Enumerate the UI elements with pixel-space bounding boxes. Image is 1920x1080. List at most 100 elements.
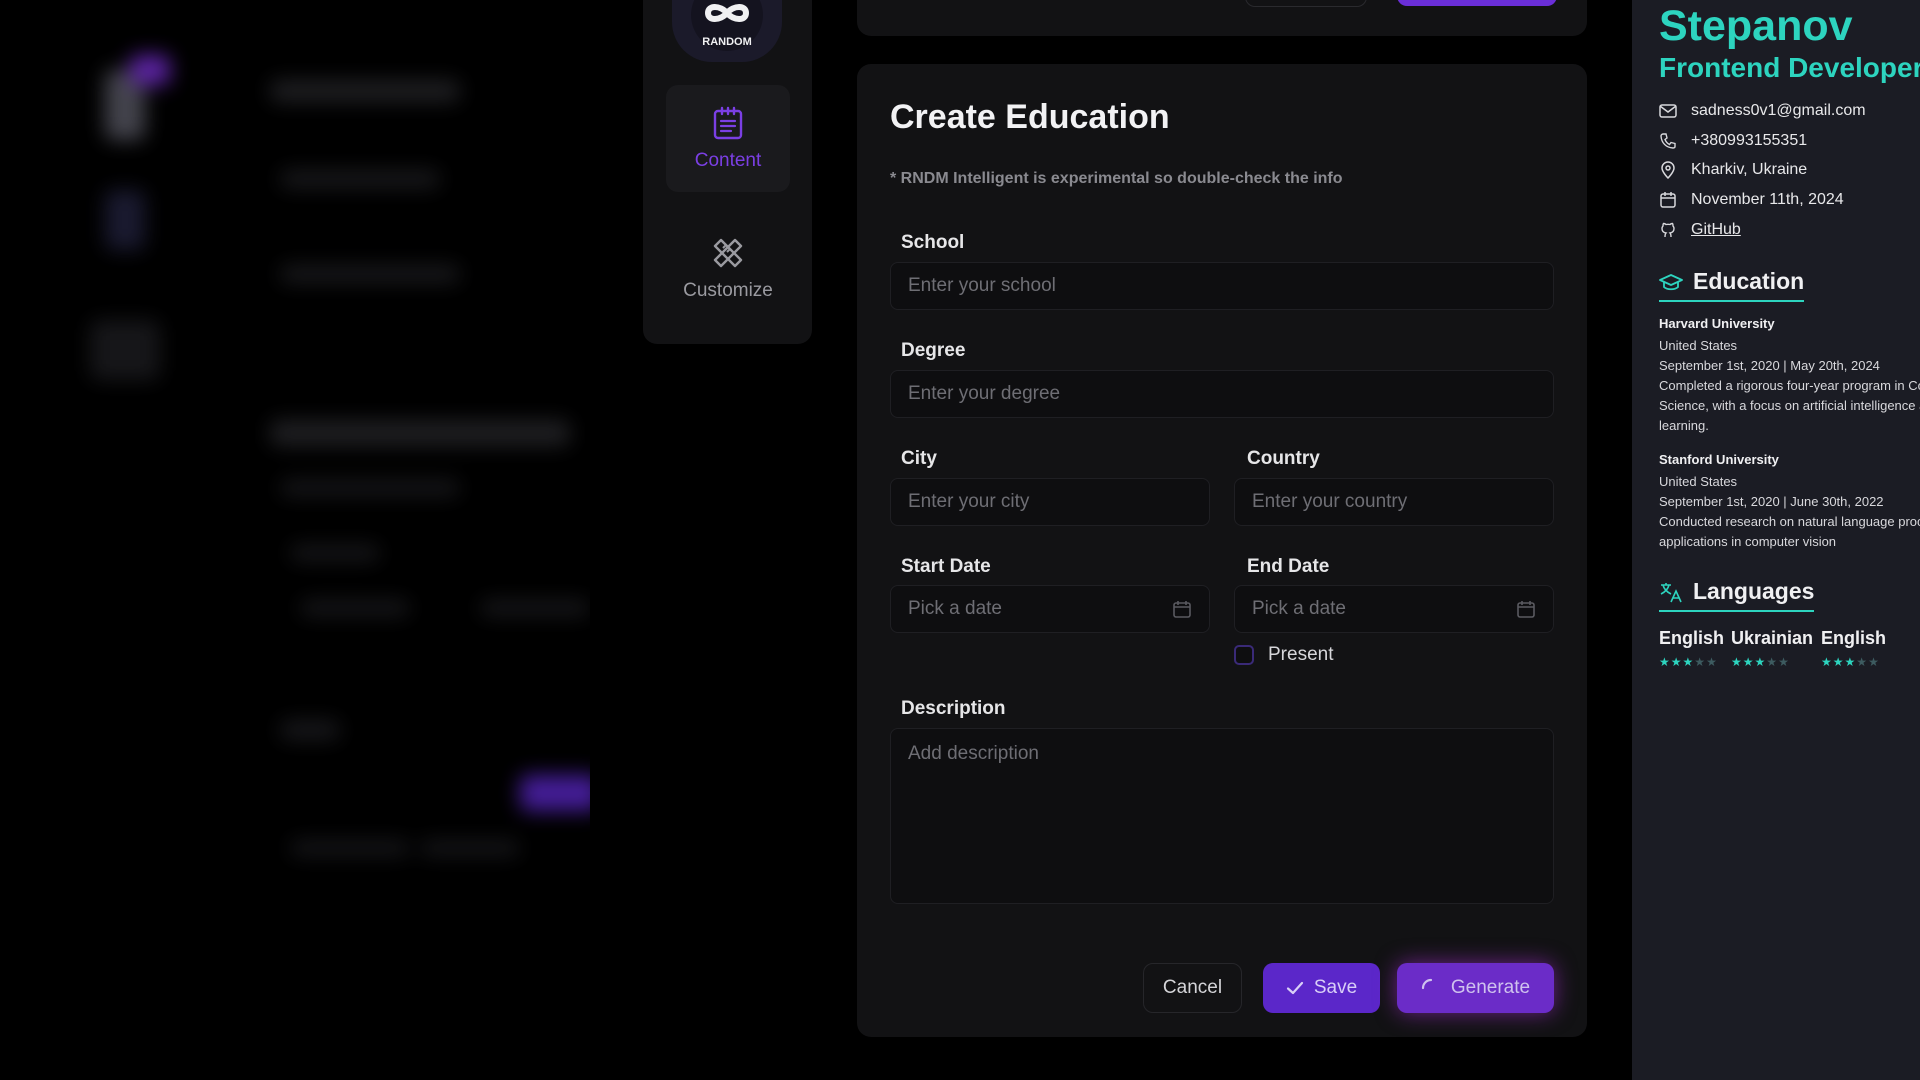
logo-infinity-icon: RANDOM bbox=[691, 0, 763, 51]
resume-email: sadness0v1@gmail.com bbox=[1659, 102, 1866, 120]
star-empty-icon: ★ bbox=[1766, 655, 1778, 669]
loader-icon bbox=[1421, 978, 1432, 990]
cancel-button-label: Cancel bbox=[1162, 977, 1223, 998]
calendar-icon bbox=[1660, 192, 1676, 208]
calendar-icon bbox=[1173, 601, 1191, 618]
previous-card-edge bbox=[857, 0, 1587, 36]
start-date-label: Start Date bbox=[901, 556, 991, 577]
education-heading-text: Education bbox=[1693, 268, 1805, 294]
star-empty-icon: ★ bbox=[1778, 655, 1789, 669]
education-country: United States bbox=[1659, 474, 1738, 489]
language-item: English ★ ★ ★ ★ ★ bbox=[1821, 628, 1886, 669]
previous-card-secondary-button[interactable] bbox=[1245, 0, 1367, 7]
star-filled-icon: ★ bbox=[1682, 655, 1694, 669]
tab-content[interactable]: Content bbox=[666, 85, 790, 192]
ai-disclaimer-note: * RNDM Intelligent is experimental so do… bbox=[890, 170, 1343, 187]
resume-location-text: Kharkiv, Ukraine bbox=[1691, 161, 1808, 178]
present-checkbox[interactable] bbox=[1234, 645, 1254, 665]
end-date-placeholder: Pick a date bbox=[1252, 598, 1346, 619]
description-textarea[interactable] bbox=[890, 728, 1554, 904]
present-label: Present bbox=[1268, 644, 1334, 665]
city-input[interactable] bbox=[890, 478, 1210, 526]
star-empty-icon: ★ bbox=[1694, 655, 1706, 669]
star-filled-icon: ★ bbox=[1754, 655, 1766, 669]
language-item: English ★ ★ ★ ★ ★ bbox=[1659, 628, 1724, 669]
country-input[interactable] bbox=[1234, 478, 1554, 526]
resume-location: Kharkiv, Ukraine bbox=[1659, 161, 1807, 179]
tab-customize[interactable]: Customize bbox=[666, 215, 790, 322]
education-entry: Stanford University United States Septem… bbox=[1659, 450, 1920, 552]
star-empty-icon: ★ bbox=[1856, 655, 1868, 669]
education-description: Science, with a focus on artificial inte… bbox=[1659, 398, 1920, 413]
language-rating: ★ ★ ★ ★ ★ bbox=[1731, 655, 1813, 669]
save-button-label: Save bbox=[1313, 977, 1358, 998]
github-link[interactable]: GitHub bbox=[1691, 221, 1741, 239]
start-date-placeholder: Pick a date bbox=[908, 598, 1002, 619]
graduation-cap-icon bbox=[1659, 273, 1683, 290]
star-filled-icon: ★ bbox=[1821, 655, 1832, 669]
education-school: Harvard University bbox=[1659, 316, 1775, 331]
cancel-button[interactable]: Cancel bbox=[1143, 963, 1242, 1013]
resume-job-title: Frontend Developer bbox=[1659, 52, 1920, 83]
country-label: Country bbox=[1247, 448, 1320, 469]
end-date-picker[interactable]: Pick a date bbox=[1234, 585, 1554, 633]
language-rating: ★ ★ ★ ★ ★ bbox=[1821, 655, 1886, 669]
education-description: learning. bbox=[1659, 418, 1709, 433]
tab-customize-label: Customize bbox=[683, 279, 773, 301]
language-item: Ukrainian ★ ★ ★ ★ ★ bbox=[1731, 628, 1813, 669]
check-icon bbox=[1286, 981, 1303, 995]
languages-heading-text: Languages bbox=[1693, 578, 1815, 604]
translate-icon bbox=[1660, 582, 1682, 602]
previous-card-primary-button[interactable] bbox=[1397, 0, 1557, 6]
language-rating: ★ ★ ★ ★ ★ bbox=[1659, 655, 1724, 669]
degree-label: Degree bbox=[901, 340, 966, 361]
resume-preview: Stepanov Frontend Developer sadness0v1@g… bbox=[1632, 0, 1920, 1080]
start-date-picker[interactable]: Pick a date bbox=[890, 585, 1210, 633]
generate-button[interactable]: Generate bbox=[1397, 963, 1554, 1013]
education-section-heading: Education bbox=[1659, 268, 1805, 302]
logo-text: RANDOM bbox=[702, 36, 752, 48]
blurred-background-panel bbox=[0, 0, 590, 1080]
tab-content-label: Content bbox=[694, 149, 762, 171]
resume-email-text: sadness0v1@gmail.com bbox=[1691, 102, 1866, 119]
star-filled-icon: ★ bbox=[1659, 655, 1670, 669]
school-input[interactable] bbox=[890, 262, 1554, 310]
save-button[interactable]: Save bbox=[1263, 963, 1380, 1013]
education-school: Stanford University bbox=[1659, 452, 1779, 467]
language-name: English bbox=[1821, 628, 1887, 648]
star-filled-icon: ★ bbox=[1731, 655, 1742, 669]
language-name: Ukrainian bbox=[1731, 628, 1814, 648]
blurred-background-content bbox=[0, 0, 590, 1080]
resume-phone: +380993155351 bbox=[1659, 132, 1807, 150]
education-dates: September 1st, 2020 | May 20th, 2024 bbox=[1659, 358, 1880, 373]
education-description: Completed a rigorous four-year program i… bbox=[1659, 378, 1920, 393]
calendar-icon bbox=[1517, 601, 1535, 618]
star-filled-icon: ★ bbox=[1670, 655, 1682, 669]
resume-date-text: November 11th, 2024 bbox=[1691, 191, 1844, 208]
present-option[interactable]: Present bbox=[1234, 644, 1333, 666]
map-pin-icon bbox=[1661, 161, 1675, 179]
education-dates: September 1st, 2020 | June 30th, 2022 bbox=[1659, 494, 1884, 509]
random-logo[interactable]: RANDOM bbox=[672, 0, 782, 62]
clipboard-list-icon bbox=[713, 106, 743, 139]
star-filled-icon: ★ bbox=[1742, 655, 1754, 669]
degree-input[interactable] bbox=[890, 370, 1554, 418]
language-name: English bbox=[1659, 628, 1725, 648]
github-icon bbox=[1661, 222, 1675, 238]
star-empty-icon: ★ bbox=[1706, 655, 1717, 669]
languages-section-heading: Languages bbox=[1659, 578, 1815, 612]
phone-icon bbox=[1660, 133, 1676, 149]
star-filled-icon: ★ bbox=[1844, 655, 1856, 669]
star-filled-icon: ★ bbox=[1832, 655, 1844, 669]
education-description: Conducted research on natural language p… bbox=[1659, 514, 1920, 529]
education-description: applications in computer vision bbox=[1659, 534, 1837, 549]
education-country: United States bbox=[1659, 338, 1738, 353]
school-label: School bbox=[901, 232, 965, 253]
pencil-ruler-icon bbox=[713, 238, 743, 267]
page-title: Create Education bbox=[890, 98, 1170, 136]
mail-icon bbox=[1659, 104, 1677, 118]
star-empty-icon: ★ bbox=[1868, 655, 1879, 669]
education-entry: Harvard University United States Septemb… bbox=[1659, 314, 1920, 436]
city-label: City bbox=[901, 448, 937, 469]
end-date-label: End Date bbox=[1247, 556, 1330, 577]
